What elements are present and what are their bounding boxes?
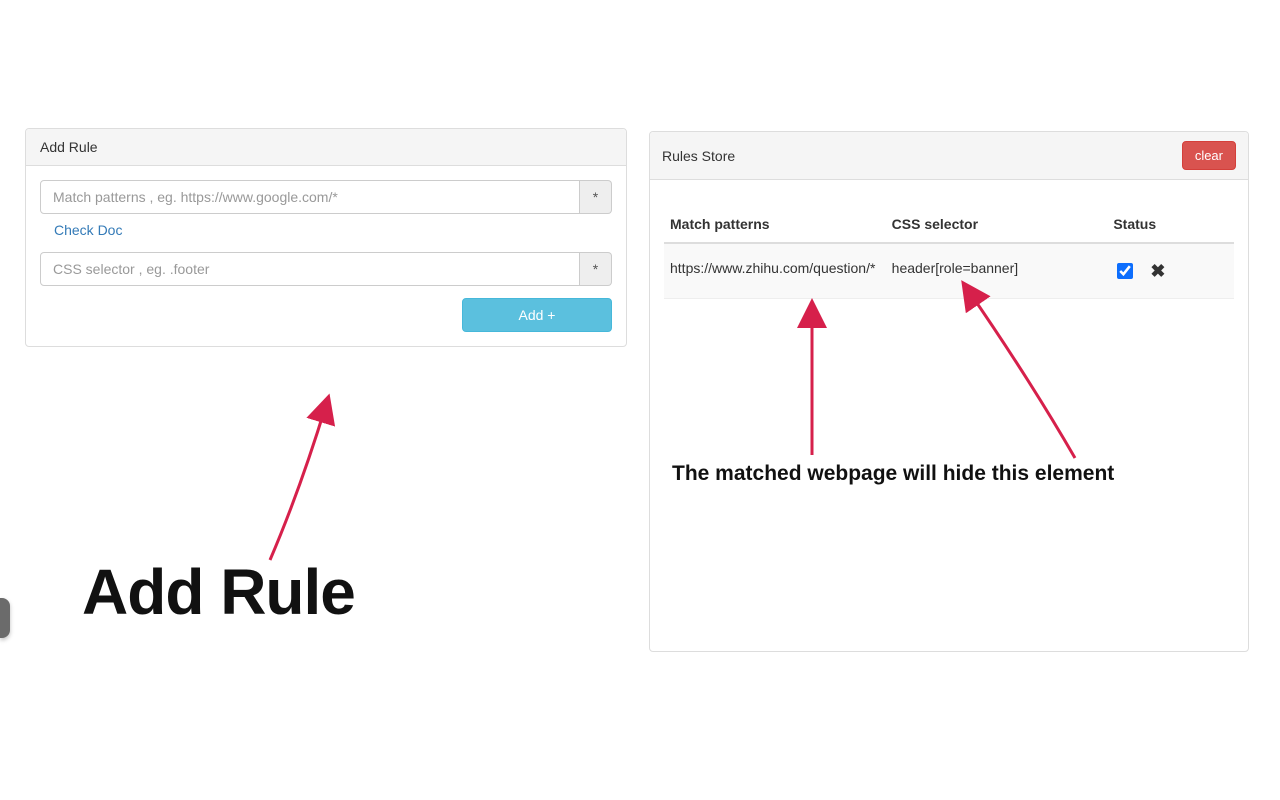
selector-input-group: * — [40, 252, 612, 286]
table-row: https://www.zhihu.com/question/* header[… — [664, 243, 1234, 299]
pattern-addon-star[interactable]: * — [580, 180, 612, 214]
cell-status: ✖ — [1107, 243, 1234, 299]
rules-store-body: Match patterns CSS selector Status https… — [650, 180, 1248, 313]
col-header-selector: CSS selector — [886, 206, 1108, 243]
pattern-input[interactable] — [40, 180, 580, 214]
col-header-status: Status — [1107, 206, 1234, 243]
add-rule-body: * Check Doc * Add + — [26, 166, 626, 346]
col-header-pattern: Match patterns — [664, 206, 886, 243]
add-rule-panel: Add Rule * Check Doc * Add + — [25, 128, 627, 347]
selector-input[interactable] — [40, 252, 580, 286]
cell-selector: header[role=banner] — [886, 243, 1108, 299]
clear-button[interactable]: clear — [1182, 141, 1236, 170]
rules-store-header: Rules Store clear — [650, 132, 1248, 180]
add-rule-title-text: Add Rule — [40, 139, 98, 155]
annotation-add-rule: Add Rule — [82, 555, 355, 629]
delete-rule-icon[interactable]: ✖ — [1150, 262, 1165, 280]
add-rule-title: Add Rule — [26, 129, 626, 166]
side-handle[interactable] — [0, 598, 10, 638]
rule-enabled-checkbox[interactable] — [1117, 263, 1133, 279]
annotation-desc: The matched webpage will hide this eleme… — [672, 462, 1114, 486]
pattern-input-group: * — [40, 180, 612, 214]
selector-addon-star[interactable]: * — [580, 252, 612, 286]
cell-pattern: https://www.zhihu.com/question/* — [664, 243, 886, 299]
rules-table: Match patterns CSS selector Status https… — [664, 206, 1234, 299]
check-doc-link[interactable]: Check Doc — [54, 222, 122, 238]
add-button[interactable]: Add + — [462, 298, 612, 332]
rules-store-title: Rules Store — [662, 148, 735, 164]
rules-store-panel: Rules Store clear Match patterns CSS sel… — [649, 131, 1249, 652]
